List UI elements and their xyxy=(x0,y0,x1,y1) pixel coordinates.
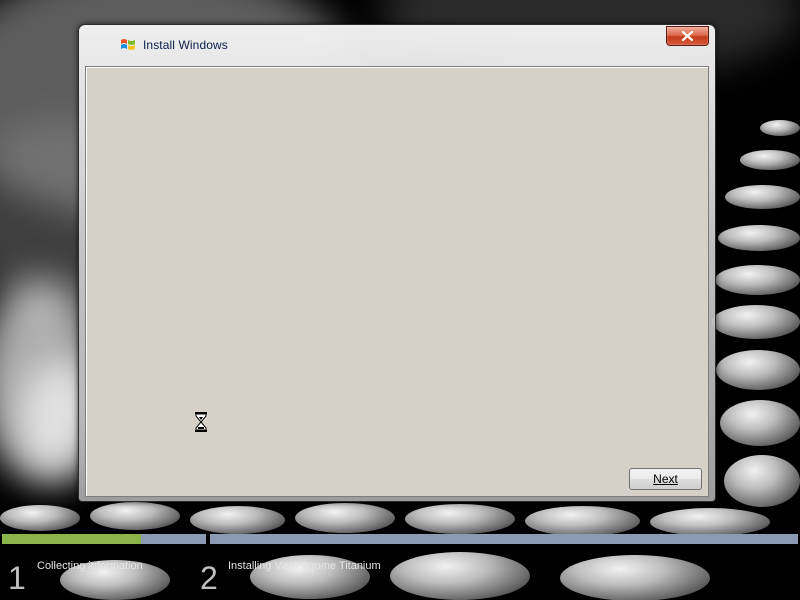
hourglass-icon xyxy=(195,412,207,432)
step-1-progress-fill xyxy=(2,534,141,544)
step-2-number: 2 xyxy=(200,560,218,596)
content-area: Next xyxy=(92,73,704,491)
setup-progress xyxy=(0,534,800,544)
install-windows-dialog: Install Windows Next xyxy=(78,24,716,502)
close-icon xyxy=(681,30,694,42)
content-panel: Next xyxy=(85,66,709,497)
close-button[interactable] xyxy=(666,26,709,46)
step-1-progress-remaining xyxy=(141,534,206,544)
step-2-label: Installing Vista Agome Titanium xyxy=(228,560,381,572)
title-bar[interactable]: Install Windows xyxy=(79,25,715,65)
step-1-label: Collecting information xyxy=(37,560,143,572)
desktop: Install Windows Next 1 Collecting inform… xyxy=(0,0,800,600)
next-button-label: Next xyxy=(653,472,678,486)
step-1-number: 1 xyxy=(8,560,26,596)
step-2-progress-bar xyxy=(210,534,798,544)
window-title: Install Windows xyxy=(143,38,228,52)
next-button[interactable]: Next xyxy=(629,468,702,490)
windows-flag-icon xyxy=(121,39,135,50)
